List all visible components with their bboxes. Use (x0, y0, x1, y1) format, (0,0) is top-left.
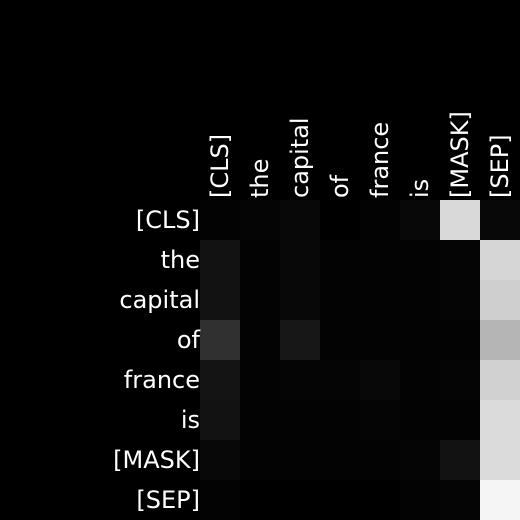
heatmap-cell-capital-the (240, 280, 280, 320)
heatmap-cell-mask-of (320, 440, 360, 480)
y-tick-label-mask: [MASK] (113, 446, 200, 474)
heatmap-cell-sep-the (240, 480, 280, 520)
heatmap-cell-capital-mask (440, 280, 480, 320)
heatmap-cell-the-is (400, 240, 440, 280)
heatmap-cell-capital-of (320, 280, 360, 320)
heatmap-cell-the-cls (200, 240, 240, 280)
heatmap-cell-is-the (240, 400, 280, 440)
heatmap-cell-cls-the (240, 200, 280, 240)
heatmap-cell-of-sep (480, 320, 520, 360)
heatmap-cells (200, 200, 520, 520)
heatmap-cell-cls-france (360, 200, 400, 240)
heatmap-cell-the-sep (480, 240, 520, 280)
heatmap-cell-the-of (320, 240, 360, 280)
y-tick-label-is: is (181, 406, 200, 434)
heatmap-cell-cls-cls (200, 200, 240, 240)
heatmap-cell-the-mask (440, 240, 480, 280)
heatmap-cell-the-france (360, 240, 400, 280)
heatmap-cell-the-the (240, 240, 280, 280)
x-tick-label-of: of (326, 174, 354, 198)
heatmap-cell-france-of (320, 360, 360, 400)
heatmap-cell-mask-capital (280, 440, 320, 480)
heatmap-cell-france-mask (440, 360, 480, 400)
heatmap-cell-capital-sep (480, 280, 520, 320)
heatmap-cell-sep-capital (280, 480, 320, 520)
heatmap-cell-is-is (400, 400, 440, 440)
heatmap-cell-sep-france (360, 480, 400, 520)
heatmap-cell-cls-mask (440, 200, 480, 240)
heatmap-cell-france-the (240, 360, 280, 400)
heatmap-cell-sep-sep (480, 480, 520, 520)
heatmap-cell-france-france (360, 360, 400, 400)
y-tick-label-of: of (177, 326, 201, 354)
x-tick-label-france: france (366, 122, 394, 198)
y-tick-label-cls: [CLS] (136, 206, 200, 234)
heatmap-cell-sep-is (400, 480, 440, 520)
heatmap-cell-cls-of (320, 200, 360, 240)
heatmap-cell-capital-is (400, 280, 440, 320)
heatmap-cell-of-is (400, 320, 440, 360)
heatmap-cell-france-capital (280, 360, 320, 400)
x-tick-label-capital: capital (286, 117, 314, 198)
heatmap-cell-of-france (360, 320, 400, 360)
heatmap-cell-mask-cls (200, 440, 240, 480)
heatmap-cell-sep-mask (440, 480, 480, 520)
x-tick-label-mask: [MASK] (446, 111, 474, 198)
heatmap-cell-france-is (400, 360, 440, 400)
heatmap-cell-is-sep (480, 400, 520, 440)
y-axis-tick-labels: [CLS] the capital of france is [MASK] [SEP] (113, 206, 200, 514)
heatmap-cell-capital-cls (200, 280, 240, 320)
heatmap-cell-sep-of (320, 480, 360, 520)
heatmap-cell-is-mask (440, 400, 480, 440)
heatmap-cell-cls-capital (280, 200, 320, 240)
heatmap-cell-mask-is (400, 440, 440, 480)
y-tick-label-france: france (124, 366, 200, 394)
heatmap-cell-mask-sep (480, 440, 520, 480)
y-tick-label-capital: capital (119, 286, 200, 314)
heatmap-cell-capital-france (360, 280, 400, 320)
x-tick-label-is: is (406, 179, 434, 198)
heatmap-cell-the-capital (280, 240, 320, 280)
y-tick-label-the: the (161, 246, 200, 274)
heatmap-cell-of-capital (280, 320, 320, 360)
x-axis-tick-labels: [CLS] the capital of france is [MASK] [SEP] (206, 111, 514, 198)
y-tick-label-sep: [SEP] (136, 486, 200, 514)
heatmap-cell-of-of (320, 320, 360, 360)
heatmap-cell-mask-france (360, 440, 400, 480)
heatmap-cell-mask-mask (440, 440, 480, 480)
heatmap-cell-france-cls (200, 360, 240, 400)
attention-heatmap-figure: [CLS] the capital of france is [MASK] [SEP] [CL… (0, 0, 520, 520)
heatmap-cell-cls-sep (480, 200, 520, 240)
heatmap-cell-capital-capital (280, 280, 320, 320)
attention-heatmap: [CLS] the capital of france is [MASK] [SEP] [CL… (113, 111, 520, 520)
x-tick-label-cls: [CLS] (206, 134, 234, 198)
heatmap-cell-cls-is (400, 200, 440, 240)
heatmap-cell-mask-the (240, 440, 280, 480)
heatmap-cell-france-sep (480, 360, 520, 400)
x-tick-label-the: the (246, 159, 274, 198)
heatmap-cell-is-of (320, 400, 360, 440)
heatmap-cell-is-capital (280, 400, 320, 440)
heatmap-cell-of-cls (200, 320, 240, 360)
heatmap-cell-of-mask (440, 320, 480, 360)
heatmap-cell-sep-cls (200, 480, 240, 520)
heatmap-cell-is-france (360, 400, 400, 440)
x-tick-label-sep: [SEP] (486, 134, 514, 198)
heatmap-cell-is-cls (200, 400, 240, 440)
heatmap-cell-of-the (240, 320, 280, 360)
